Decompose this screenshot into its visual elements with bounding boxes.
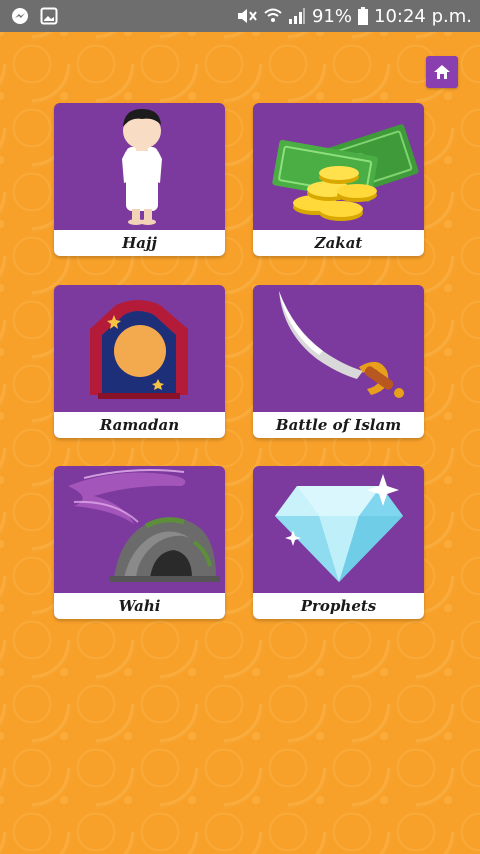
clock: 10:24 p.m. <box>374 5 472 27</box>
cave-icon <box>68 469 220 582</box>
messenger-icon <box>12 8 28 24</box>
home-icon <box>434 65 450 79</box>
pilgrim-boy-icon <box>122 109 162 225</box>
card-label: Prophets <box>253 593 424 619</box>
card-ramadan[interactable]: Ramadan <box>54 285 225 438</box>
status-bar: 91% 10:24 p.m. <box>0 0 480 32</box>
home-button[interactable] <box>426 56 458 88</box>
battery-percent: 91% <box>311 5 352 27</box>
card-prophets[interactable]: Prophets <box>253 466 424 619</box>
card-label: Battle of Islam <box>253 412 424 438</box>
card-wahi[interactable]: Wahi <box>54 466 225 619</box>
diamond-icon <box>275 474 403 582</box>
signal-icon <box>288 8 305 24</box>
card-label: Ramadan <box>54 412 225 438</box>
card-label: Hajj <box>54 230 225 256</box>
gallery-icon <box>40 7 58 25</box>
card-hajj[interactable]: Hajj <box>54 103 225 256</box>
card-label: Zakat <box>253 230 424 256</box>
battery-icon <box>358 7 368 25</box>
mute-icon <box>237 9 257 23</box>
card-battle-of-islam[interactable]: Battle of Islam <box>253 285 424 438</box>
sword-icon <box>279 291 404 398</box>
moon-window-icon <box>90 300 188 399</box>
card-label: Wahi <box>54 593 225 619</box>
card-zakat[interactable]: Zakat <box>253 103 424 256</box>
wifi-icon <box>264 8 282 22</box>
money-coins-icon <box>272 124 419 221</box>
